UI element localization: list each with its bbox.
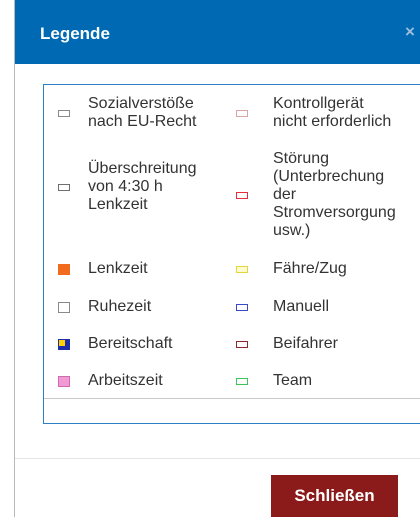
- legend-label: der: [273, 186, 297, 203]
- legend-box: Sozialverstöße nach EU-Recht Überschreitun…: [43, 84, 420, 424]
- legend-swatch: [58, 264, 70, 275]
- legend-label: Stromversorgung: [273, 204, 396, 221]
- legend-label: Überschreitung: [88, 160, 197, 177]
- dialog-title: Legende: [40, 24, 110, 43]
- legend-swatch: [58, 376, 70, 387]
- legend-label: Manuell: [273, 298, 330, 315]
- legend-dialog: Legende × Sozialverstöße nach EU-Recht Übe…: [14, 0, 420, 517]
- legend-label: Lenkzeit: [88, 260, 148, 277]
- legend-swatch: [58, 339, 70, 350]
- dialog-header: Legende ×: [15, 0, 420, 64]
- legend-label: Fähre/Zug: [273, 260, 347, 277]
- footer-divider: [15, 458, 420, 459]
- close-button[interactable]: Schließen: [271, 475, 398, 517]
- legend-swatch: [58, 110, 70, 117]
- legend-label: Bereitschaft: [88, 335, 173, 352]
- legend-label: usw.): [273, 222, 311, 239]
- legend-swatch: [58, 184, 70, 191]
- legend-swatch: [236, 378, 248, 385]
- legend-label: (Unterbrechung: [273, 168, 385, 185]
- legend-label: Kontrollgerät: [273, 95, 364, 112]
- legend-label: Lenkzeit: [88, 196, 148, 213]
- legend-label: Arbeitszeit: [88, 372, 163, 389]
- legend-label: Störung: [273, 150, 330, 167]
- legend-swatch: [236, 192, 248, 199]
- legend-divider: [44, 398, 420, 399]
- legend-label: nicht erforderlich: [273, 113, 392, 130]
- legend-label: Sozialverstöße: [88, 95, 194, 112]
- legend-label: Beifahrer: [273, 335, 338, 352]
- legend-label: Ruhezeit: [88, 298, 152, 315]
- legend-swatch: [236, 110, 248, 117]
- legend-swatch: [236, 266, 248, 273]
- legend-swatch: [58, 302, 70, 313]
- close-icon[interactable]: ×: [405, 22, 415, 42]
- legend-swatch: [236, 341, 248, 348]
- legend-label: von 4:30 h: [88, 178, 163, 195]
- legend-label: Team: [273, 372, 313, 389]
- legend-swatch: [236, 304, 248, 311]
- legend-label: nach EU-Recht: [88, 113, 197, 130]
